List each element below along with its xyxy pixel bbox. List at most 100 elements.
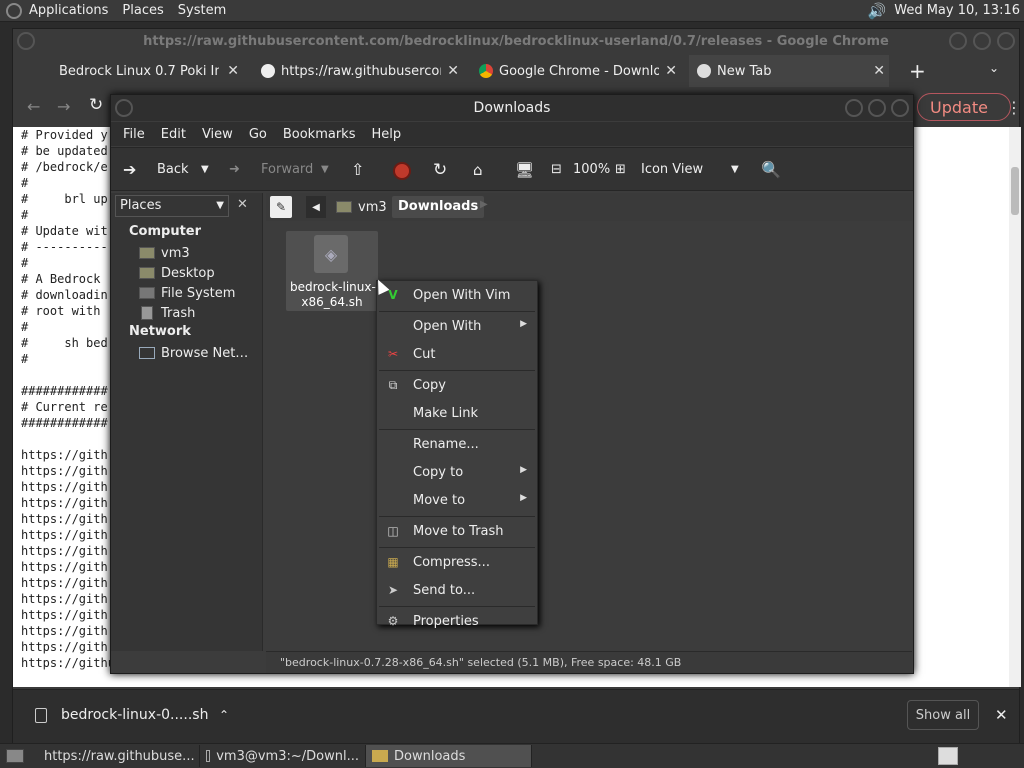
close-tab-icon[interactable]: ✕	[227, 63, 239, 79]
view-mode-dropdown-icon[interactable]: ▼	[731, 160, 739, 180]
fm-close-button[interactable]	[891, 99, 909, 117]
places-header[interactable]: Places ▼	[115, 195, 229, 217]
download-chevron-icon[interactable]: ⌃	[219, 708, 229, 722]
breadcrumb-label: vm3	[358, 199, 387, 215]
menu-separator	[379, 311, 535, 312]
page-scrollbar[interactable]	[1009, 127, 1021, 687]
up-arrow-icon[interactable]: ⇧	[351, 160, 364, 180]
tab-new-tab[interactable]: New Tab ✕	[689, 55, 889, 87]
tab-search-chevron-icon[interactable]: ⌄	[989, 61, 999, 75]
back-button[interactable]: Back	[157, 160, 189, 180]
menu-help[interactable]: Help	[363, 127, 409, 142]
menu-item-open-with-vim[interactable]: V Open With Vim	[377, 282, 537, 308]
breadcrumb-left-icon[interactable]: ◀	[306, 196, 326, 218]
tab-google-chrome-download[interactable]: Google Chrome - Downloa ✕	[471, 55, 681, 87]
fm-minimize-button[interactable]	[845, 99, 863, 117]
scrollbar-thumb[interactable]	[1011, 167, 1019, 215]
reload-icon[interactable]: ↻	[89, 95, 103, 115]
close-tab-icon[interactable]: ✕	[665, 63, 677, 79]
forward-arrow-icon[interactable]: ➜	[229, 160, 240, 180]
search-icon[interactable]: 🔍	[761, 160, 781, 180]
edit-location-icon[interactable]: ✎	[270, 196, 292, 218]
chrome-icon	[479, 64, 493, 78]
file-item-bedrock[interactable]: ◈ bedrock-linux-0 x86_64.sh	[286, 231, 378, 311]
menu-item-cut[interactable]: ✂ Cut	[377, 341, 537, 367]
new-tab-button[interactable]: +	[909, 59, 926, 83]
maximize-button[interactable]	[973, 32, 991, 50]
reload-icon[interactable]: ↻	[433, 160, 447, 180]
distro-logo-icon[interactable]	[6, 2, 22, 19]
send-icon: ➤	[387, 583, 399, 597]
breadcrumb-vm3[interactable]: vm3	[330, 196, 393, 218]
taskbar-item-terminal[interactable]: vm3@vm3:~/Downl...	[200, 745, 366, 767]
menu-file[interactable]: File	[115, 127, 153, 142]
show-all-button[interactable]: Show all	[907, 700, 979, 730]
places-menu[interactable]: Places	[115, 0, 170, 22]
fm-menubar: File Edit View Go Bookmarks Help	[111, 122, 913, 146]
menu-item-move-to[interactable]: Move to ▶	[377, 487, 537, 513]
forward-arrow-icon[interactable]: →	[57, 97, 70, 116]
menu-item-label: Make Link	[413, 405, 478, 421]
close-tab-icon[interactable]: ✕	[873, 63, 885, 79]
sidebar-item-desktop[interactable]: Desktop	[139, 263, 215, 283]
close-sidebar-icon[interactable]: ✕	[237, 197, 248, 212]
volume-icon[interactable]: 🔊	[868, 2, 887, 20]
sidebar-item-trash[interactable]: Trash	[139, 303, 195, 323]
home-icon[interactable]: ⌂	[473, 160, 483, 180]
system-menu[interactable]: System	[171, 0, 233, 22]
close-tab-icon[interactable]: ✕	[447, 63, 459, 79]
computer-icon[interactable]: 🖥	[515, 160, 534, 180]
menu-view[interactable]: View	[194, 127, 241, 142]
menu-item-properties[interactable]: ⚙ Properties	[377, 608, 537, 634]
menu-item-rename[interactable]: Rename...	[377, 431, 537, 457]
location-bar: ✎ ◀ vm3 Downloads ▶	[266, 193, 912, 221]
menu-bookmarks[interactable]: Bookmarks	[275, 127, 364, 142]
clock[interactable]: Wed May 10, 13:16	[894, 3, 1020, 18]
archive-icon: ▦	[387, 555, 399, 569]
back-arrow-icon[interactable]: ←	[27, 97, 40, 116]
menu-item-make-link[interactable]: Make Link	[377, 400, 537, 426]
zoom-in-icon[interactable]: ⊞	[615, 160, 626, 180]
applications-menu[interactable]: Applications	[22, 0, 115, 22]
workspace-switcher-icon[interactable]	[938, 747, 958, 765]
kebab-menu-icon[interactable]: ⋮	[1006, 98, 1022, 117]
menu-item-copy[interactable]: ⧉ Copy	[377, 372, 537, 398]
sidebar-item-browse-network[interactable]: Browse Net…	[139, 343, 248, 363]
menu-go[interactable]: Go	[241, 127, 275, 142]
taskbar-item-downloads[interactable]: Downloads	[366, 745, 532, 767]
stop-icon[interactable]	[393, 162, 411, 180]
fm-menu-circle[interactable]	[115, 99, 133, 117]
close-download-bar-icon[interactable]: ✕	[995, 706, 1008, 724]
places-dropdown-icon[interactable]: ▼	[216, 196, 224, 216]
fm-maximize-button[interactable]	[868, 99, 886, 117]
breadcrumb-downloads[interactable]: Downloads	[392, 196, 485, 218]
download-item[interactable]: bedrock-linux-0.....sh	[61, 707, 208, 723]
forward-button[interactable]: Forward	[261, 160, 313, 180]
zoom-out-icon[interactable]: ⊟	[551, 160, 562, 180]
breadcrumb-right-icon[interactable]: ▶	[480, 199, 488, 210]
back-dropdown-icon[interactable]: ▼	[201, 160, 209, 180]
menu-item-open-with[interactable]: Open With ▶	[377, 313, 537, 339]
sidebar-item-vm3[interactable]: vm3	[139, 243, 190, 263]
close-button[interactable]	[997, 32, 1015, 50]
taskbar-item-chrome[interactable]: https://raw.githubuse...	[32, 745, 200, 767]
tab-raw-github[interactable]: https://raw.githubuserconte ✕	[253, 55, 463, 87]
back-arrow-icon[interactable]: ➔	[123, 160, 136, 180]
menu-item-compress[interactable]: ▦ Compress...	[377, 549, 537, 575]
update-button[interactable]: Update ⋮	[917, 93, 1022, 121]
show-desktop-icon[interactable]	[6, 749, 24, 763]
forward-dropdown-icon[interactable]: ▼	[321, 160, 329, 180]
menu-item-label: Properties	[413, 613, 479, 629]
menu-item-copy-to[interactable]: Copy to ▶	[377, 459, 537, 485]
file-view[interactable]: ◈ bedrock-linux-0 x86_64.sh	[266, 223, 912, 651]
tab-bedrock[interactable]: Bedrock Linux 0.7 Poki Ins ✕	[31, 55, 243, 87]
chrome-menu-circle[interactable]	[17, 32, 35, 50]
sidebar-item-file-system[interactable]: File System	[139, 283, 235, 303]
chrome-window-title: https://raw.githubusercontent.com/bedroc…	[143, 33, 889, 49]
home-folder-icon	[336, 201, 352, 213]
minimize-button[interactable]	[949, 32, 967, 50]
menu-edit[interactable]: Edit	[153, 127, 194, 142]
menu-item-move-to-trash[interactable]: ◫ Move to Trash	[377, 518, 537, 544]
view-mode-select[interactable]: Icon View	[641, 160, 703, 180]
menu-item-send-to[interactable]: ➤ Send to...	[377, 577, 537, 603]
